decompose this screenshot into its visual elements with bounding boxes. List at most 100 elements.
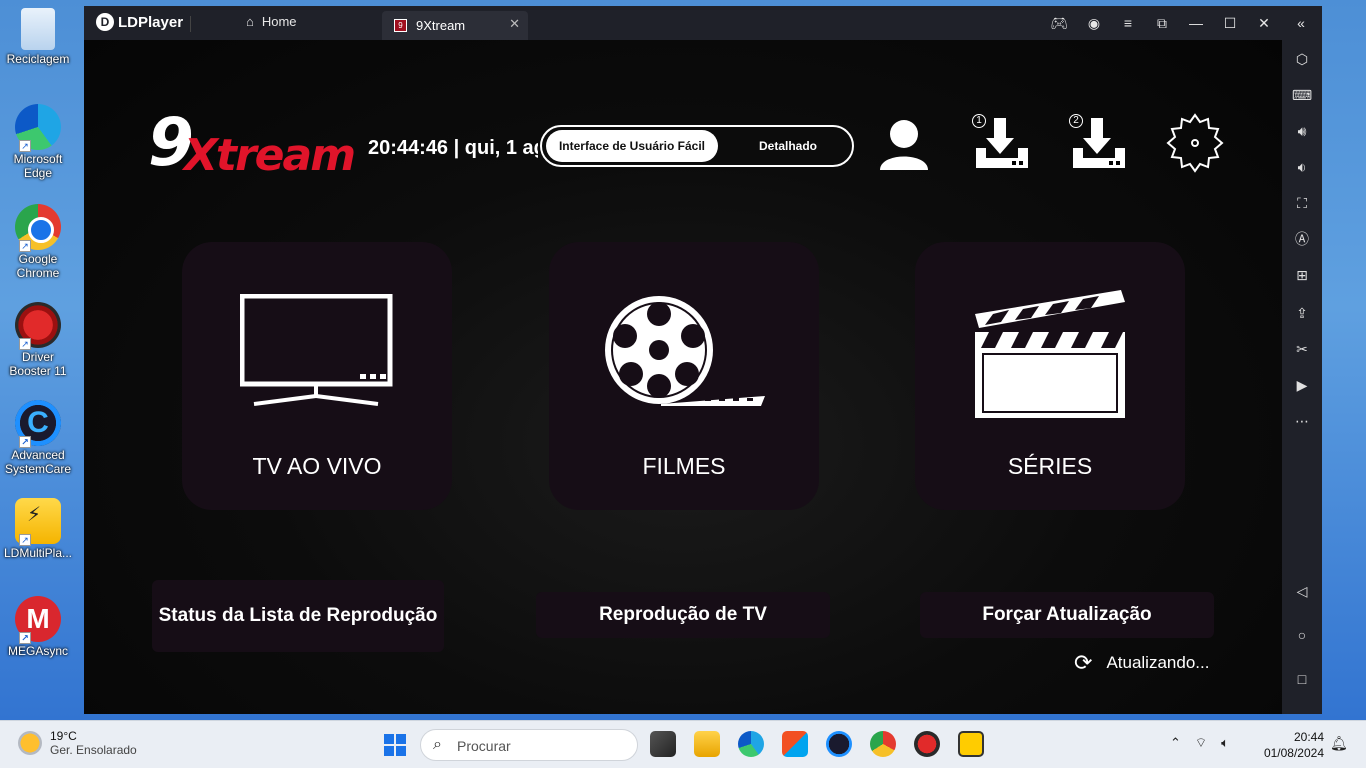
driver-booster-taskbar-icon[interactable] (914, 731, 940, 757)
driver-booster-shortcut[interactable]: ↗ Driver Booster 11 (2, 302, 74, 378)
tab-close-icon[interactable]: ✕ (509, 16, 520, 32)
volume-up-icon[interactable]: 🔊︎ (1291, 120, 1313, 142)
user-icon (880, 120, 928, 170)
chrome-taskbar-icon[interactable] (870, 731, 896, 757)
mode-easy-option[interactable]: Interface de Usuário Fácil (546, 130, 718, 162)
tab-home[interactable]: ⌂ Home (246, 14, 297, 29)
settings-hex-icon[interactable]: ⬡ (1291, 48, 1313, 70)
tv-playback-button[interactable]: Reprodução de TV (536, 592, 830, 638)
tab-9xtream-label: 9Xtream (416, 18, 466, 33)
recycle-bin-shortcut[interactable]: Reciclagem (2, 8, 74, 66)
edge-shortcut[interactable]: ↗ Microsoft Edge (2, 104, 74, 180)
search-icon: ⌕ (433, 736, 442, 753)
close-icon[interactable]: ✕ (1253, 12, 1275, 34)
ldplayer-logo-icon: D (96, 13, 114, 31)
recent-apps-icon[interactable]: □ (1291, 668, 1313, 690)
desktop-icon-label: Microsoft Edge (13, 152, 63, 180)
ldmultiplayer-icon: ↗ (15, 498, 61, 546)
gamepad-icon[interactable]: 🎮︎ (1048, 12, 1070, 34)
film-reel-icon (605, 296, 765, 406)
advanced-systemcare-shortcut[interactable]: C ↗ Advanced SystemCare (2, 400, 74, 476)
popout-icon[interactable]: ⧉ (1151, 12, 1173, 34)
tile-label: FILMES (642, 453, 726, 479)
force-update-button[interactable]: Forçar Atualização (920, 592, 1214, 638)
task-view-icon[interactable] (650, 731, 676, 757)
9xtream-favicon: 9 (394, 19, 407, 32)
driver-booster-icon: ↗ (15, 302, 61, 350)
taskbar-search[interactable]: ⌕ Procurar (420, 729, 638, 761)
gear-icon (1166, 113, 1224, 173)
download-2-button[interactable]: 2 (1069, 114, 1125, 176)
shortcut-arrow-icon: ↗ (19, 338, 31, 350)
shortcut-arrow-icon: ↗ (19, 436, 31, 448)
ldmultiplayer-shortcut[interactable]: ↗ LDMultiPla... (2, 498, 74, 560)
start-button[interactable] (384, 734, 406, 756)
collapse-icon[interactable]: « (1290, 12, 1312, 34)
ldplayer-window: D LDPlayer ⌂ Home 9 9Xtream ✕ 🎮︎ ◉ ≡ ⧉ —… (84, 6, 1322, 714)
account-icon[interactable]: ◉ (1083, 12, 1105, 34)
more-icon[interactable]: ⋯ (1291, 410, 1313, 432)
megasync-shortcut[interactable]: M ↗ MEGAsync (2, 596, 74, 658)
tv-icon (240, 294, 393, 406)
chevron-up-icon[interactable]: ⌃ (1170, 735, 1181, 751)
desktop-icons: Reciclagem ↗ Microsoft Edge ↗ Google Chr… (0, 0, 84, 720)
maximize-icon[interactable]: ☐ (1219, 12, 1241, 34)
auto-script-icon[interactable]: Ⓐ (1291, 228, 1313, 250)
minimize-icon[interactable]: — (1185, 12, 1207, 34)
volume-down-icon[interactable]: 🔉︎ (1291, 156, 1313, 178)
tile-label: SÉRIES (1007, 453, 1093, 479)
tab-home-label: Home (261, 14, 297, 29)
download-number: 1 (972, 114, 986, 128)
edge-taskbar-icon[interactable] (738, 731, 764, 757)
weather-widget[interactable]: 19°C Ger. Ensolarado (18, 729, 137, 757)
desktop-icon-label: Reciclagem (6, 52, 70, 66)
advanced-systemcare-taskbar-icon[interactable] (826, 731, 852, 757)
9xtream-logo: 9 Xtream (148, 104, 358, 181)
logo-xtream: Xtream (184, 130, 356, 181)
updating-label: Atualizando... (1106, 653, 1210, 672)
home-icon: ⌂ (246, 14, 254, 29)
weather-desc: Ger. Ensolarado (50, 743, 137, 757)
wifi-icon[interactable]: ⌔ (1195, 735, 1207, 751)
volume-icon[interactable]: 🔈︎ (1221, 735, 1229, 751)
datetime-display: 20:44:46 | qui, 1 ago (368, 137, 538, 159)
advanced-systemcare-icon: C ↗ (15, 400, 61, 448)
ldplayer-sidebar: ⬡ ⌨ 🔊︎ 🔉︎ ⛶ Ⓐ ⊞ ⇪ ✂ ▶ ⋯ ◁ ○ □ (1282, 40, 1322, 714)
ldplayer-taskbar-icon[interactable] (958, 731, 984, 757)
desktop-icon-label: MEGAsync (7, 644, 68, 658)
settings-button[interactable] (1164, 112, 1226, 174)
tab-9xtream[interactable]: 9 9Xtream ✕ (382, 11, 528, 40)
refresh-icon: ⟳ (1074, 650, 1093, 675)
chrome-shortcut[interactable]: ↗ Google Chrome (2, 204, 74, 280)
download-1-button[interactable]: 1 (972, 114, 1028, 176)
tile-live-tv[interactable]: TV AO VIVO (182, 242, 452, 510)
playlist-status-button[interactable]: Status da Lista de Reprodução (152, 580, 444, 652)
system-tray: ⌃ ⌔ 🔈︎ (1170, 735, 1229, 751)
keyboard-icon[interactable]: ⌨ (1291, 84, 1313, 106)
video-record-icon[interactable]: ▶ (1291, 374, 1313, 396)
titlebar-divider (190, 16, 191, 32)
mode-detailed-option[interactable]: Detalhado (732, 130, 844, 162)
weather-temp: 19°C (50, 729, 77, 743)
taskbar-clock[interactable]: 20:44 01/08/2024 (1258, 729, 1324, 761)
shortcut-arrow-icon: ↗ (19, 534, 31, 546)
notification-bell-icon[interactable]: 🔔︎ (1330, 735, 1348, 752)
taskbar-time: 20:44 (1293, 730, 1324, 744)
add-instance-icon[interactable]: ⊞ (1291, 264, 1313, 286)
ldplayer-titlebar: D LDPlayer ⌂ Home 9 9Xtream ✕ 🎮︎ ◉ ≡ ⧉ —… (84, 6, 1322, 40)
tile-series[interactable]: SÉRIES (915, 242, 1185, 510)
desktop-icon-label: Advanced SystemCare (4, 448, 72, 476)
home-circle-icon[interactable]: ○ (1291, 624, 1313, 646)
recycle-bin-icon (21, 8, 55, 50)
screenshot-icon[interactable]: ⛶ (1291, 192, 1313, 214)
apk-icon[interactable]: ⇪ (1291, 302, 1313, 324)
shortcut-arrow-icon: ↗ (19, 140, 31, 152)
menu-icon[interactable]: ≡ (1117, 12, 1139, 34)
store-icon[interactable] (782, 731, 808, 757)
tile-movies[interactable]: FILMES (549, 242, 819, 510)
desktop-icon-label: Driver Booster 11 (9, 350, 67, 378)
back-icon[interactable]: ◁ (1291, 580, 1313, 602)
scissors-icon[interactable]: ✂ (1291, 338, 1313, 360)
profile-button[interactable] (876, 114, 932, 176)
file-explorer-icon[interactable] (694, 731, 720, 757)
